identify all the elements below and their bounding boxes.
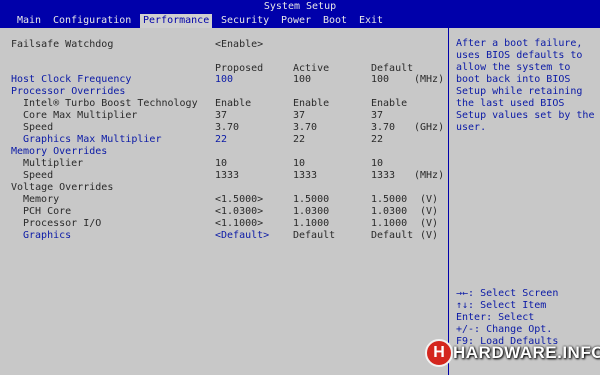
voltage-overrides-heading: Voltage Overrides — [11, 182, 114, 193]
host-clock-active: 100 — [293, 74, 312, 85]
memory-voltage-default: 1.5000 — [371, 194, 408, 205]
menu-exit[interactable]: Exit — [356, 14, 386, 28]
host-clock-unit: (MHz) — [414, 74, 445, 85]
graphics-max-multiplier-proposed[interactable]: 22 — [215, 134, 227, 146]
memory-multiplier-default: 10 — [371, 158, 384, 169]
memory-multiplier-label: Multiplier — [23, 158, 84, 169]
core-max-multiplier-proposed: 37 — [215, 110, 228, 121]
graphics-max-multiplier-default: 22 — [371, 134, 384, 145]
memory-multiplier-proposed: 10 — [215, 158, 228, 169]
cpu-speed-active: 3.70 — [293, 122, 318, 133]
memory-speed-active: 1333 — [293, 170, 318, 181]
memory-voltage-proposed[interactable]: <1.5000> — [215, 194, 263, 206]
turbo-boost-default: Enable — [371, 98, 408, 109]
menu-security[interactable]: Security — [218, 14, 272, 28]
host-clock-default: 100 — [371, 74, 390, 85]
turbo-boost-active: Enable — [293, 98, 330, 109]
memory-speed-default: 1333 — [371, 170, 396, 181]
core-max-multiplier-active: 37 — [293, 110, 306, 121]
graphics-voltage-unit: (V) — [420, 230, 439, 241]
key-select-screen: →←: Select Screen — [456, 288, 559, 299]
logo-text: HARDWARE.INFO — [453, 343, 600, 362]
menu-configuration[interactable]: Configuration — [50, 14, 134, 28]
cpu-speed-label: Speed — [23, 122, 54, 133]
pch-core-default: 1.0300 — [371, 206, 408, 217]
menu-bar: Main Configuration Performance Security … — [0, 14, 600, 28]
menu-performance[interactable]: Performance — [140, 14, 213, 28]
graphics-voltage-active: Default — [293, 230, 336, 241]
help-sidebar: After a boot failure, uses BIOS defaults… — [448, 28, 600, 375]
processor-io-label: Processor I/O — [23, 218, 102, 229]
turbo-boost-label: Intel® Turbo Boost Technology — [23, 98, 198, 109]
key-enter-select: Enter: Select — [456, 312, 535, 323]
help-text: After a boot failure, uses BIOS defaults… — [456, 38, 595, 133]
core-max-multiplier-label: Core Max Multiplier — [23, 110, 138, 121]
failsafe-label: Failsafe Watchdog — [11, 39, 114, 50]
graphics-voltage-label[interactable]: Graphics — [23, 230, 71, 242]
graphics-max-multiplier-active: 22 — [293, 134, 306, 145]
host-clock-label[interactable]: Host Clock Frequency — [11, 74, 131, 86]
core-max-multiplier-default: 37 — [371, 110, 384, 121]
pch-core-active: 1.0300 — [293, 206, 330, 217]
memory-voltage-unit: (V) — [420, 194, 439, 205]
cpu-speed-unit: (GHz) — [414, 122, 445, 133]
memory-overrides-heading: Memory Overrides — [11, 146, 108, 157]
pch-core-unit: (V) — [420, 206, 439, 217]
memory-speed-unit: (MHz) — [414, 170, 445, 181]
memory-multiplier-active: 10 — [293, 158, 306, 169]
key-change-opt: +/-: Change Opt. — [456, 324, 553, 335]
memory-speed-proposed: 1333 — [215, 170, 240, 181]
pch-core-label: PCH Core — [23, 206, 72, 217]
processor-io-active: 1.1000 — [293, 218, 330, 229]
memory-voltage-label: Memory — [23, 194, 60, 205]
pch-core-proposed[interactable]: <1.0300> — [215, 206, 263, 218]
turbo-boost-proposed: Enable — [215, 98, 252, 109]
processor-io-unit: (V) — [420, 218, 439, 229]
settings-panel: Failsafe Watchdog <Enable> Proposed Acti… — [0, 28, 448, 375]
menu-main[interactable]: Main — [14, 14, 44, 28]
window-title: System Setup — [0, 0, 600, 14]
failsafe-value[interactable]: <Enable> — [215, 39, 263, 51]
logo-mark-icon: H — [425, 339, 453, 367]
graphics-max-multiplier-label[interactable]: Graphics Max Multiplier — [23, 134, 161, 146]
graphics-voltage-default: Default — [371, 230, 414, 241]
processor-io-proposed[interactable]: <1.1000> — [215, 218, 263, 230]
cpu-speed-default: 3.70 — [371, 122, 396, 133]
graphics-voltage-proposed[interactable]: <Default> — [215, 230, 269, 242]
key-select-item: ↑↓: Select Item — [456, 300, 547, 311]
processor-io-default: 1.1000 — [371, 218, 408, 229]
processor-overrides-heading: Processor Overrides — [11, 86, 126, 97]
memory-speed-label: Speed — [23, 170, 54, 181]
hardware-info-logo: H HARDWARE.INFO — [425, 339, 600, 367]
host-clock-proposed[interactable]: 100 — [215, 74, 233, 86]
memory-voltage-active: 1.5000 — [293, 194, 330, 205]
cpu-speed-proposed: 3.70 — [215, 122, 240, 133]
menu-boot[interactable]: Boot — [320, 14, 350, 28]
menu-power[interactable]: Power — [278, 14, 314, 28]
